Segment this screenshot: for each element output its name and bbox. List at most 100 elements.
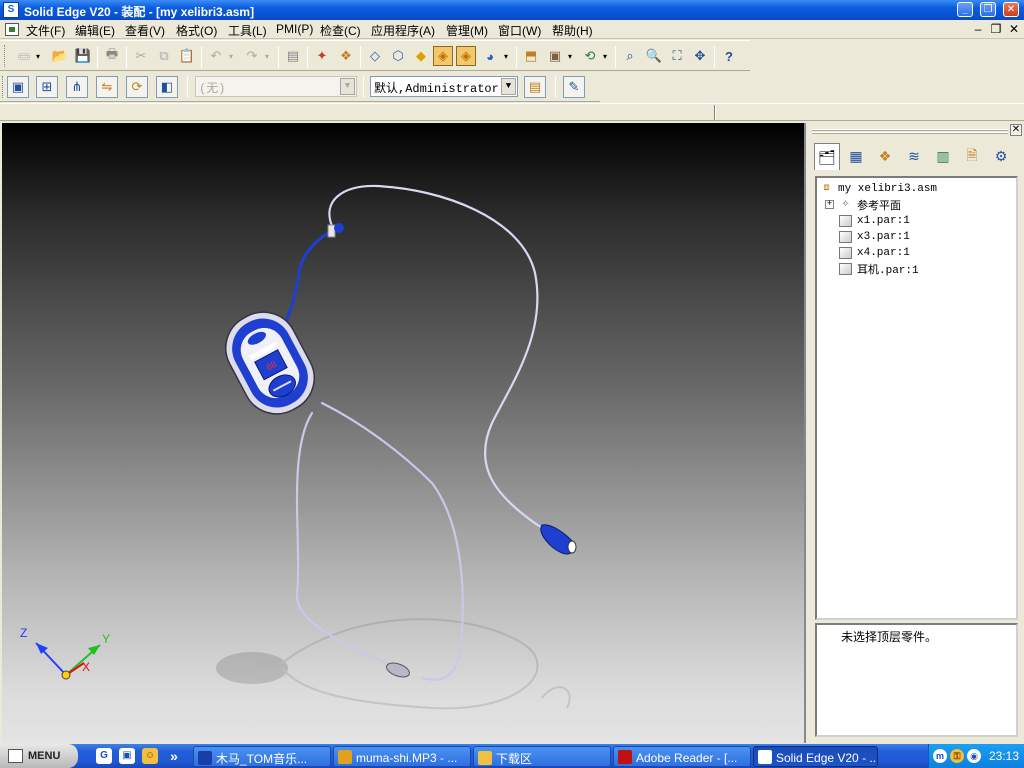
view-orientation-icon[interactable]: ⬒ — [521, 46, 541, 66]
tree-item-part[interactable]: x1.par:1 — [839, 213, 910, 229]
replace-part-icon[interactable]: ⟳ — [126, 76, 148, 98]
menu-help[interactable]: 帮助(H) — [552, 22, 593, 39]
maximize-button[interactable]: ❐ — [980, 2, 996, 17]
tab-layers-icon[interactable]: ≋ — [901, 143, 927, 170]
minimize-button[interactable]: _ — [957, 2, 973, 17]
tab-sensors-icon[interactable]: ▥ — [930, 143, 956, 170]
clock[interactable]: 23:13 — [989, 749, 1019, 763]
pathfinder-close-button[interactable]: ✕ — [1010, 124, 1022, 136]
print-icon[interactable]: 🖶 — [102, 46, 122, 66]
show-hide-icon[interactable]: ◧ — [156, 76, 178, 98]
explode-icon[interactable]: ⋔ — [66, 76, 88, 98]
cut-icon[interactable]: ✂ — [131, 46, 151, 66]
select-tool-icon[interactable]: ▣ — [7, 76, 29, 98]
document-icon[interactable] — [5, 23, 19, 36]
menu-applications[interactable]: 应用程序(A) — [371, 22, 435, 39]
rotate-icon[interactable]: ⟲ — [580, 46, 600, 66]
mirror-part-icon[interactable]: ⇋ — [96, 76, 118, 98]
visible-edges-cube-icon[interactable]: ⬡ — [388, 46, 408, 66]
music-player-body[interactable]: 88 — [214, 300, 326, 426]
earbud[interactable] — [540, 524, 577, 555]
new-file-icon[interactable]: ▭ — [14, 46, 34, 66]
task-button[interactable]: Adobe Reader - [... — [613, 746, 751, 767]
chevron-down-icon[interactable]: ▼ — [501, 78, 516, 95]
quicklaunch-desktop-icon[interactable]: ▣ — [119, 748, 135, 764]
save-icon[interactable]: 💾 — [73, 46, 93, 66]
tab-pathfinder-icon[interactable]: 🗂 — [814, 143, 840, 170]
open-folder-icon[interactable]: 📂 — [50, 46, 70, 66]
tree-item-root[interactable]: ⧈ my xelibri3.asm — [820, 181, 937, 197]
named-views-icon[interactable]: ▣ — [545, 46, 565, 66]
tree-item-part[interactable]: x3.par:1 — [839, 229, 910, 245]
task-button[interactable]: 木马_TOM音乐... — [193, 746, 331, 767]
menu-view[interactable]: 查看(V) — [125, 22, 165, 39]
paste-icon[interactable]: 📋 — [177, 46, 197, 66]
pan-icon[interactable]: ✥ — [690, 46, 710, 66]
insert-part-icon[interactable]: ✦ — [312, 46, 332, 66]
tab-features-icon[interactable]: ❖ — [872, 143, 898, 170]
doc-minimize-button[interactable]: – — [970, 21, 986, 37]
rotate-dropdown-icon[interactable]: ▾ — [600, 46, 610, 66]
display-style-dropdown-icon[interactable]: ▾ — [501, 46, 511, 66]
undo-dropdown-icon[interactable]: ▾ — [226, 46, 236, 66]
menu-window[interactable]: 窗口(W) — [498, 22, 541, 39]
redo-icon[interactable]: ↷ — [242, 46, 262, 66]
zoom-area-icon[interactable]: ⌕ — [620, 46, 640, 66]
menu-file[interactable]: 文件(F) — [26, 22, 65, 39]
configuration-manager-icon[interactable]: ▤ — [524, 76, 546, 98]
menu-edit[interactable]: 编辑(E) — [75, 22, 115, 39]
tree-item-reference-planes[interactable]: ⟡ 参考平面 — [839, 197, 901, 213]
menu-manage[interactable]: 管理(M) — [446, 22, 488, 39]
shaded-edges-cube-icon[interactable]: ◈ — [433, 46, 453, 66]
close-button[interactable]: ✕ — [1003, 2, 1019, 17]
shaded-view-cube-icon[interactable]: ◈ — [456, 46, 476, 66]
zoom-icon[interactable]: 🔍 — [644, 46, 664, 66]
wireframe-cube-icon[interactable]: ◇ — [365, 46, 385, 66]
pattern-icon[interactable]: ⊞ — [36, 76, 58, 98]
new-dropdown-icon[interactable]: ▾ — [33, 46, 43, 66]
doc-restore-button[interactable]: ❐ — [988, 21, 1004, 37]
earphone-cables[interactable] — [280, 184, 544, 681]
tree-item-part[interactable]: 耳机.par:1 — [839, 261, 919, 277]
copy-icon[interactable]: ⧉ — [154, 46, 174, 66]
task-button-active[interactable]: Solid Edge V20 - ... — [753, 746, 878, 767]
start-button[interactable]: MENU — [0, 744, 78, 768]
quicklaunch-messenger-icon[interactable]: ☺ — [142, 748, 158, 764]
menu-inspect[interactable]: 检查(C) — [320, 22, 361, 39]
jack-plug[interactable] — [327, 223, 344, 238]
toolbar-grip[interactable] — [4, 45, 7, 67]
assembly-relations-icon[interactable]: ❖ — [336, 46, 356, 66]
3d-viewport[interactable]: 88 Z Y X — [2, 123, 806, 743]
tray-volume-icon[interactable]: ◉ — [967, 749, 981, 763]
tray-lock-icon[interactable]: ⚿ — [950, 749, 964, 763]
chevron-down-icon[interactable]: ▼ — [340, 78, 355, 95]
solid-edge-app-icon[interactable]: S — [3, 2, 19, 18]
menu-pmi[interactable]: PMI(P) — [276, 22, 313, 36]
tab-settings-icon[interactable]: ⚙ — [988, 143, 1014, 170]
tab-parts-library-icon[interactable]: ▦ — [843, 143, 869, 170]
doc-close-button[interactable]: ✕ — [1006, 21, 1022, 37]
layer-combo[interactable]: (无) ▼ — [195, 76, 357, 97]
display-style-sphere-icon[interactable]: ◕ — [480, 46, 500, 66]
configuration-combo[interactable]: 默认,Administrator ▼ — [370, 76, 518, 97]
undo-icon[interactable]: ↶ — [206, 46, 226, 66]
assembly-pathfinder-toggle-icon[interactable]: ✎ — [563, 76, 585, 98]
shaded-cube-icon[interactable]: ◆ — [411, 46, 431, 66]
task-button[interactable]: 下载区 — [473, 746, 611, 767]
tab-properties-icon[interactable]: 🗎 — [959, 143, 985, 170]
menu-tools[interactable]: 工具(L) — [228, 22, 267, 39]
expand-toggle[interactable]: + — [825, 200, 834, 209]
paste-special-icon[interactable]: ▤ — [283, 46, 303, 66]
tree-item-part[interactable]: x4.par:1 — [839, 245, 910, 261]
quicklaunch-browser-icon[interactable]: G — [96, 748, 112, 764]
fit-view-icon[interactable]: ⛶ — [667, 46, 687, 66]
pathfinder-grip[interactable]: ✕ — [812, 124, 1022, 136]
named-views-dropdown-icon[interactable]: ▾ — [565, 46, 575, 66]
toolbar-grip[interactable] — [2, 76, 5, 98]
redo-dropdown-icon[interactable]: ▾ — [262, 46, 272, 66]
menu-format[interactable]: 格式(O) — [176, 22, 217, 39]
tray-network-icon[interactable]: m — [933, 749, 947, 763]
task-button[interactable]: muma-shi.MP3 - ... — [333, 746, 471, 767]
quicklaunch-more-button[interactable]: » — [166, 748, 182, 764]
help-pointer-icon[interactable]: ? — [719, 46, 739, 66]
